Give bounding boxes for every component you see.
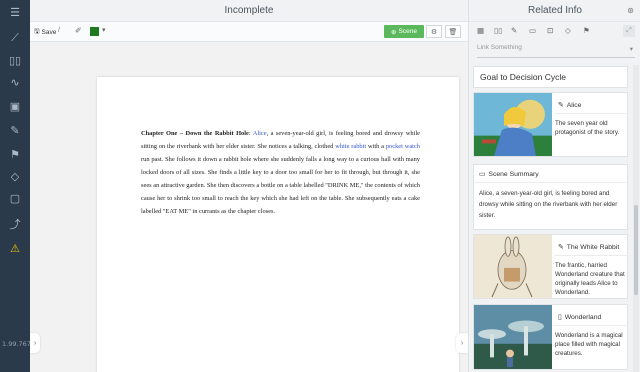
panel-settings-icon[interactable]: ⊛ xyxy=(627,6,634,15)
card-header: ✎ The White Rabbit xyxy=(558,243,620,252)
card-name: The White Rabbit xyxy=(566,243,620,251)
notebook-icon[interactable]: ▭ xyxy=(529,26,536,35)
pen-icon: ✎ xyxy=(558,102,564,109)
link-white-rabbit[interactable]: white rabbit xyxy=(335,143,366,150)
editor-title: Incomplete xyxy=(224,5,274,16)
card-description: Wonderland is a magical place filled wit… xyxy=(555,332,623,357)
editor-canvas: Chapter One – Down the Rabbit Hole: Alic… xyxy=(30,42,468,372)
notebook-icon: ▭ xyxy=(479,171,486,178)
ruler-icon[interactable]: ⟋ xyxy=(0,28,30,48)
chevron-right-icon: › xyxy=(460,339,464,347)
card-divider xyxy=(554,113,628,114)
summary-divider xyxy=(474,182,629,183)
related-card-alice[interactable]: ✎ Alice The seven year old protagonist of… xyxy=(473,92,628,157)
editor-title-bar: Incomplete xyxy=(30,0,468,22)
wave-icon[interactable]: ∿ xyxy=(0,72,30,92)
book-open-icon[interactable]: ▯▯ xyxy=(0,50,30,70)
summary-header: ▭ Scene Summary xyxy=(479,170,539,179)
related-info-title: Related Info xyxy=(469,0,640,22)
save-icon: 🖫 xyxy=(34,28,40,35)
card-divider xyxy=(554,325,628,326)
scene-label: Scene xyxy=(398,28,417,35)
settings-button[interactable]: ⚙ xyxy=(426,25,442,38)
text-run: with a xyxy=(366,143,386,150)
related-card-white-rabbit[interactable]: ✎ The White Rabbit The frantic, harried W… xyxy=(473,234,628,299)
alice-image xyxy=(474,93,552,156)
chapter-heading: Chapter One – Down the Rabbit Hole xyxy=(141,130,249,137)
warning-icon[interactable]: ⚠ xyxy=(0,238,30,258)
save-label: Save xyxy=(41,29,57,36)
scene-summary-card[interactable]: ▭ Scene Summary Alice, a seven-year-old g… xyxy=(473,164,629,230)
pen-icon: ✎ xyxy=(558,244,564,251)
gear-icon: ⚙ xyxy=(430,28,438,36)
expand-left-button[interactable]: › xyxy=(30,333,40,353)
highlighter-icon[interactable]: ✐ xyxy=(75,26,82,35)
chevron-down-icon[interactable]: ▾ xyxy=(102,26,106,34)
link-alice[interactable]: Alice xyxy=(253,130,267,137)
app-version: 1.99.767 xyxy=(2,340,31,348)
map-icon: ▯ xyxy=(558,314,562,321)
related-filter-bar: ▦ ▯▯ ✎ ▭ ⊡ ◇ ⚑ ⤢ xyxy=(469,22,640,42)
related-card-wonderland[interactable]: ▯ Wonderland Wonderland is a magical plac… xyxy=(473,304,628,370)
section-title: Goal to Decision Cycle xyxy=(473,66,628,88)
chart-icon[interactable]: ⤴ xyxy=(0,214,30,234)
expand-right-button[interactable]: › xyxy=(456,333,468,353)
summary-text: Alice, a seven-year-old girl, is feeling… xyxy=(479,190,618,219)
flag-icon[interactable]: ⚑ xyxy=(583,26,590,35)
add-scene-button[interactable]: ⊕ Scene xyxy=(384,25,424,38)
card-name: Wonderland xyxy=(564,313,602,321)
chevron-down-icon: ▾ xyxy=(629,46,633,53)
chat-icon[interactable]: ▢ xyxy=(0,188,30,208)
save-button[interactable]: 🖫 Save xyxy=(34,27,56,38)
card-divider xyxy=(554,255,628,256)
card-name: Alice xyxy=(566,101,582,109)
color-swatch[interactable] xyxy=(90,27,99,36)
toolbar-separator: / xyxy=(58,27,60,34)
chevron-right-icon: › xyxy=(33,339,37,347)
panel-scrollbar-thumb[interactable] xyxy=(634,205,638,295)
link-something-placeholder: Link Something xyxy=(477,44,522,51)
gem-icon[interactable]: ◇ xyxy=(565,26,571,35)
pen-icon[interactable]: ✎ xyxy=(0,120,30,140)
summary-label: Scene Summary xyxy=(488,170,539,178)
wonderland-image xyxy=(474,305,552,369)
link-something-select[interactable]: Link Something ▾ xyxy=(477,44,635,58)
pen-icon[interactable]: ✎ xyxy=(511,26,517,35)
left-icon-rail: ☰ ⟋ ▯▯ ∿ ▣ ✎ ⚑ ◇ ▢ ⤴ ⚠ 1.99.767 xyxy=(0,0,31,372)
white-rabbit-image xyxy=(474,235,552,298)
plus-circle-icon: ⊕ xyxy=(391,28,397,36)
link-toggle-icon[interactable]: ⤢ xyxy=(623,25,635,37)
text-run: run past. She follows it down a rabbit h… xyxy=(141,156,420,215)
grid-icon[interactable]: ▦ xyxy=(477,26,484,35)
gem-icon[interactable]: ◇ xyxy=(0,166,30,186)
document-text[interactable]: Chapter One – Down the Rabbit Hole: Alic… xyxy=(141,127,420,218)
trash-icon: 🗑 xyxy=(448,28,458,36)
editor-toolbar: 🖫 Save / ✐ ▾ ⊕ Scene ⚙ 🗑 xyxy=(30,22,468,42)
list-icon[interactable]: ☰ xyxy=(0,2,30,22)
card-header: ▯ Wonderland xyxy=(558,313,602,322)
tag-icon[interactable]: ⊡ xyxy=(547,26,553,35)
notebook-icon[interactable]: ▣ xyxy=(0,96,30,116)
card-header: ✎ Alice xyxy=(558,101,582,110)
link-pocket-watch[interactable]: pocket watch xyxy=(386,143,420,150)
flag-icon[interactable]: ⚑ xyxy=(0,144,30,164)
delete-button[interactable]: 🗑 xyxy=(445,25,461,38)
book-icon[interactable]: ▯▯ xyxy=(494,26,502,35)
card-description: The frantic, harried Wonderland creature… xyxy=(555,262,625,296)
card-description: The seven year old protagonist of the st… xyxy=(555,120,620,136)
document-page[interactable]: Chapter One – Down the Rabbit Hole: Alic… xyxy=(97,77,459,372)
